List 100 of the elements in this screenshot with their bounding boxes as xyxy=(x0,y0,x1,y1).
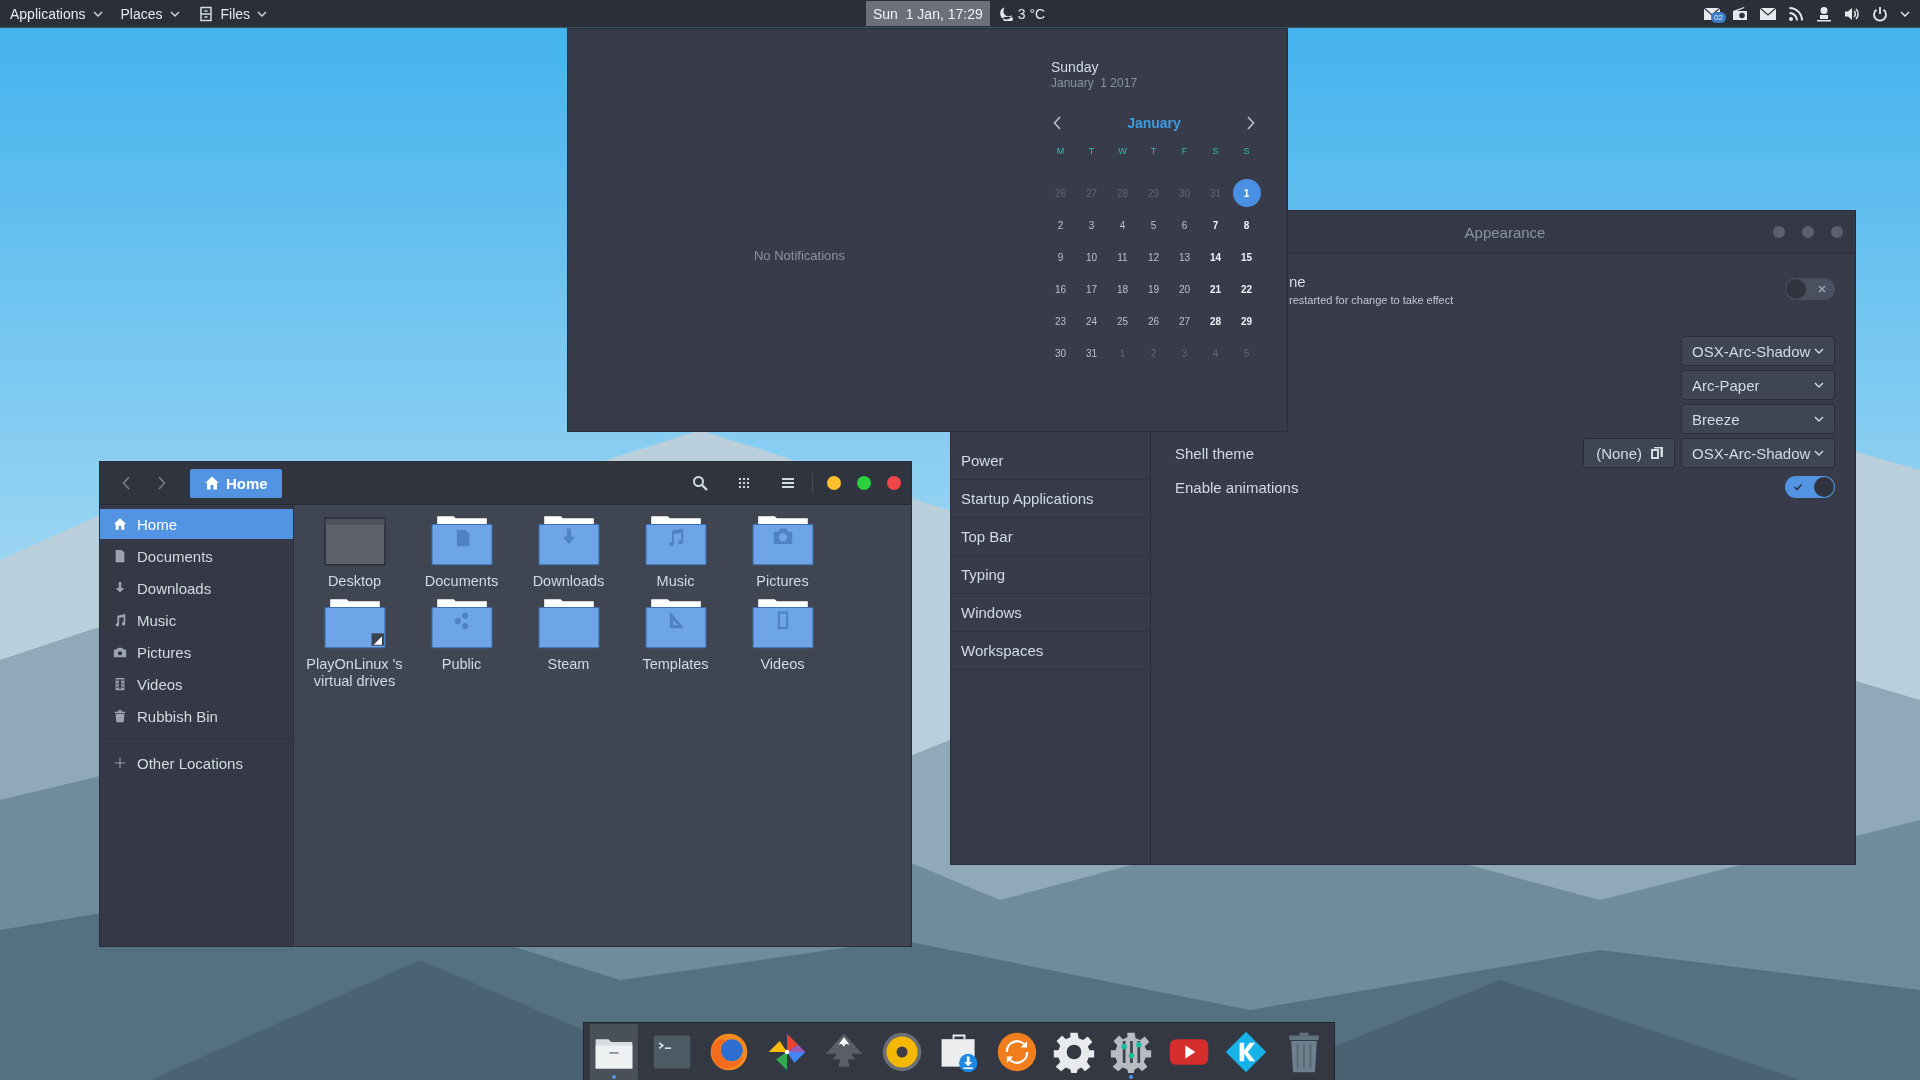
calendar-day[interactable]: 11 xyxy=(1108,243,1137,271)
folder-icon[interactable] xyxy=(537,515,600,567)
download-icon xyxy=(113,581,127,595)
weekday-label: S xyxy=(1243,146,1250,156)
sidebar-item[interactable]: Videos xyxy=(100,669,293,699)
caret-icon[interactable] xyxy=(1900,10,1910,17)
folder-icon[interactable] xyxy=(537,598,600,650)
calendar-day[interactable]: 5 xyxy=(1139,211,1168,239)
calendar-day[interactable]: 28 xyxy=(1201,307,1230,335)
caret-icon xyxy=(1814,450,1824,456)
sidebar-item[interactable]: Startup Applications xyxy=(951,480,1150,518)
calendar-day[interactable]: 21 xyxy=(1201,275,1230,303)
calendar-day[interactable]: 7 xyxy=(1201,211,1230,239)
user-icon[interactable] xyxy=(1816,5,1832,22)
calendar-day[interactable]: 13 xyxy=(1170,243,1199,271)
calendar-day[interactable]: 1 xyxy=(1232,179,1261,207)
calendar-day[interactable]: 16 xyxy=(1046,275,1075,303)
maximize-button[interactable] xyxy=(857,476,871,490)
calendar-day[interactable]: 12 xyxy=(1139,243,1168,271)
toggle-switch[interactable] xyxy=(1785,278,1835,300)
caret-icon xyxy=(1814,382,1824,388)
calendar-day[interactable]: 31 xyxy=(1077,339,1106,367)
sidebar-item[interactable]: Rubbish Bin xyxy=(100,701,293,731)
cross-icon xyxy=(1817,284,1827,294)
caret-icon xyxy=(92,10,103,17)
weekday-label: S xyxy=(1212,146,1219,156)
folder-icon[interactable] xyxy=(751,515,814,567)
home-icon xyxy=(204,475,220,491)
sidebar-item[interactable]: Pictures xyxy=(100,637,293,667)
calendar-day[interactable]: 20 xyxy=(1170,275,1199,303)
calendar-day[interactable]: 19 xyxy=(1139,275,1168,303)
grid-view-icon[interactable] xyxy=(736,475,752,491)
calendar-day[interactable]: 29 xyxy=(1232,307,1261,335)
weekday-label: F xyxy=(1181,146,1188,156)
calendar-day[interactable]: 17 xyxy=(1077,275,1106,303)
theme-dropdown[interactable]: Arc-Paper xyxy=(1681,370,1835,400)
calendar-day[interactable]: 25 xyxy=(1108,307,1137,335)
calendar-day[interactable]: 30 xyxy=(1046,339,1075,367)
weather-button[interactable]: 3 °C xyxy=(997,5,1046,22)
setting-label: Shell theme xyxy=(1175,444,1255,462)
diamond-icon[interactable] xyxy=(1224,1029,1269,1074)
calendar-day[interactable]: 18 xyxy=(1108,275,1137,303)
power-icon[interactable] xyxy=(1872,5,1888,22)
calendar-day[interactable]: 6 xyxy=(1170,211,1199,239)
sidebar-item[interactable]: Windows xyxy=(951,594,1150,632)
menu-icon[interactable] xyxy=(780,475,796,491)
theme-dropdown[interactable]: OSX-Arc-Shadow xyxy=(1681,336,1835,366)
sidebar-item[interactable]: Top Bar xyxy=(951,518,1150,556)
folder-icon[interactable] xyxy=(751,598,814,650)
folder-icon[interactable] xyxy=(323,598,386,650)
calendar-day[interactable]: 2 xyxy=(1046,211,1075,239)
calendar-day[interactable]: 10 xyxy=(1077,243,1106,271)
sidebar-item[interactable]: Other Locations xyxy=(100,748,293,778)
theme-dropdown[interactable]: OSX-Arc-Shadow xyxy=(1681,438,1835,468)
folder-icon[interactable] xyxy=(430,515,493,567)
reset-button[interactable]: (None) xyxy=(1583,438,1675,468)
back-icon[interactable] xyxy=(122,476,130,490)
file-name: Downloads xyxy=(531,573,606,590)
folder-icon[interactable] xyxy=(644,515,707,567)
sidebar-item[interactable]: Power xyxy=(951,442,1150,480)
volume-icon[interactable] xyxy=(1844,5,1860,22)
top-bar-menu[interactable]: Places xyxy=(116,5,184,22)
theme-dropdown[interactable]: Breeze xyxy=(1681,404,1835,434)
calendar-day[interactable]: 15 xyxy=(1232,243,1261,271)
sidebar-item[interactable]: Downloads xyxy=(100,573,293,603)
previous-month-icon[interactable] xyxy=(1053,116,1061,130)
calendar-day[interactable]: 3 xyxy=(1077,211,1106,239)
calendar-day[interactable]: 9 xyxy=(1046,243,1075,271)
calendar-day[interactable]: 4 xyxy=(1108,211,1137,239)
next-month-icon[interactable] xyxy=(1247,116,1255,130)
top-bar-menu[interactable]: Files xyxy=(193,5,272,22)
check-icon xyxy=(1793,482,1803,492)
window-title: Appearance xyxy=(1464,223,1546,241)
folder-icon[interactable] xyxy=(430,598,493,650)
top-bar-menu[interactable]: Applications xyxy=(6,5,107,22)
forward-icon[interactable] xyxy=(158,476,166,490)
search-icon[interactable] xyxy=(692,475,708,491)
sidebar-item[interactable]: Typing xyxy=(951,556,1150,594)
toggle-switch[interactable] xyxy=(1785,476,1835,498)
close-button[interactable] xyxy=(887,476,901,490)
calendar-day[interactable]: 23 xyxy=(1046,307,1075,335)
rss-icon[interactable] xyxy=(1788,5,1804,22)
calendar-day[interactable]: 27 xyxy=(1170,307,1199,335)
calendar-day[interactable]: 8 xyxy=(1232,211,1261,239)
setting-label: ne xyxy=(1289,272,1307,290)
sidebar-item[interactable]: Documents xyxy=(100,541,293,571)
calendar-day[interactable]: 24 xyxy=(1077,307,1106,335)
mail-icon[interactable] xyxy=(1760,5,1776,22)
calendar-day[interactable]: 14 xyxy=(1201,243,1230,271)
day-name: Sunday xyxy=(1051,59,1100,75)
month-title: January xyxy=(1127,115,1181,131)
calendar-day[interactable]: 26 xyxy=(1139,307,1168,335)
minimize-button[interactable] xyxy=(827,476,841,490)
sidebar-item[interactable]: Workspaces xyxy=(951,632,1150,670)
calendar-day[interactable]: 22 xyxy=(1232,275,1261,303)
radio-icon[interactable] xyxy=(1732,5,1748,22)
folder-icon[interactable] xyxy=(644,598,707,650)
sidebar-item[interactable]: Music xyxy=(100,605,293,635)
clock-button[interactable]: Sun 1 Jan, 17:29 xyxy=(866,1,990,26)
file-name: Desktop xyxy=(326,573,383,590)
